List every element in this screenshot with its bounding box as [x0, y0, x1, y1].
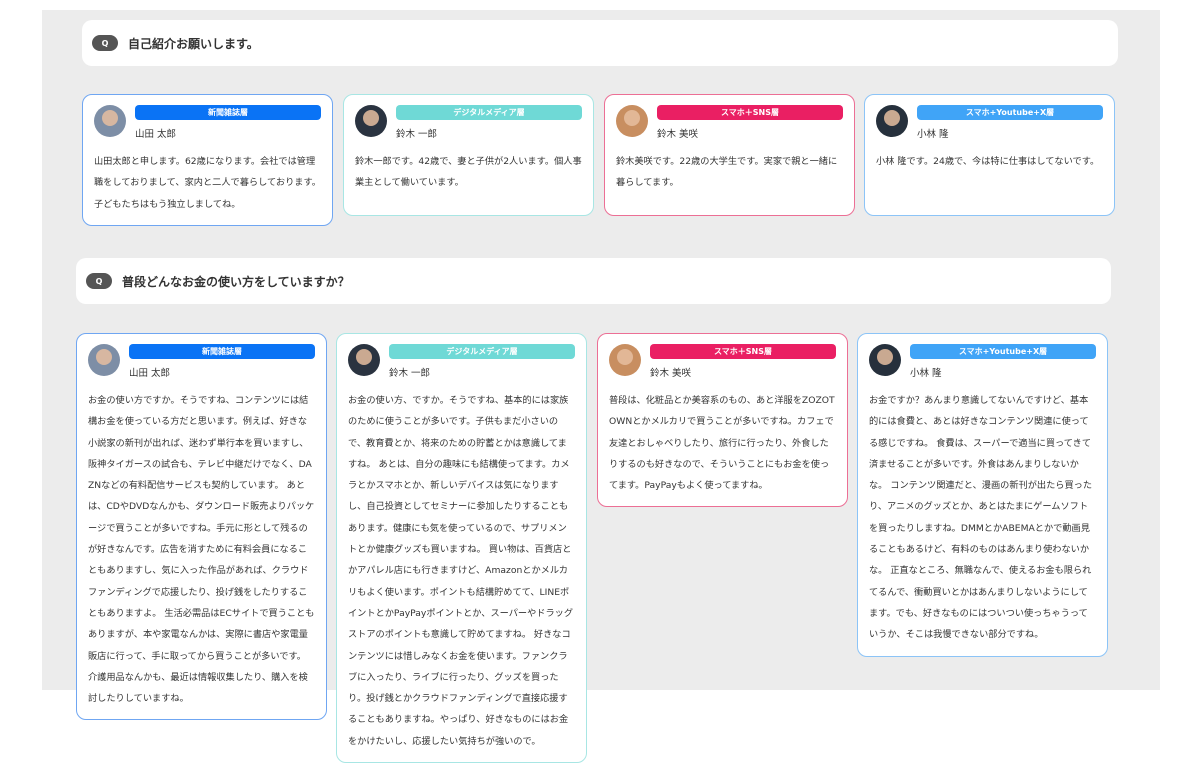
avatar [876, 105, 908, 137]
persona-card-smartphone-sns: スマホ＋SNS層 鈴木 美咲 普段は、化粧品とか美容系のもの、あと洋服をZOZO… [597, 333, 848, 508]
segment-badge: デジタルメディア層 [396, 105, 582, 120]
card-header: スマホ＋SNS層 鈴木 美咲 [616, 105, 843, 140]
segment-badge: スマホ＋SNS層 [657, 105, 843, 120]
question-bar: Q 普段どんなお金の使い方をしていますか？ [76, 258, 1111, 304]
answer-text: 鈴木美咲です。22歳の大学生です。実家で親と一緒に暮らしてます。 [616, 156, 838, 189]
persona-card-newspaper: 新聞雑誌層 山田 太郎 お金の使い方ですか。そうですね、コンテンツには結構お金を… [76, 333, 327, 721]
question-text: 普段どんなお金の使い方をしていますか？ [122, 274, 350, 289]
avatar [609, 344, 641, 376]
answer-text: 小林 隆です。24歳で、今は特に仕事はしてないです。 [876, 156, 1100, 167]
question-mark-icon: Q [92, 35, 118, 51]
avatar [88, 344, 120, 376]
persona-name: 山田 太郎 [129, 368, 171, 379]
answer-text: 鈴木一郎です。42歳で、妻と子供が2人います。個人事業主として働いています。 [355, 156, 582, 189]
segment-badge: 新聞雑誌層 [135, 105, 321, 120]
segment-badge: スマホ+Youtube+X層 [917, 105, 1103, 120]
card-header: 新聞雑誌層 山田 太郎 [88, 344, 315, 379]
avatar [355, 105, 387, 137]
card-header: スマホ＋SNS層 鈴木 美咲 [609, 344, 836, 379]
persona-name: 鈴木 美咲 [657, 129, 699, 140]
card-header: スマホ+Youtube+X層 小林 隆 [869, 344, 1096, 379]
segment-badge: スマホ＋SNS層 [650, 344, 836, 359]
answer-text: 山田太郎と申します。62歳になります。会社では管理職をしておりまして、家内と二人… [94, 156, 321, 210]
answer-text: お金の使い方、ですか。そうですね、基本的には家族のために使うことが多いです。子供… [348, 395, 574, 747]
persona-name: 鈴木 美咲 [650, 368, 692, 379]
question-text: 自己紹介お願いします。 [128, 36, 259, 51]
persona-name: 小林 隆 [917, 129, 949, 140]
question-bar: Q 自己紹介お願いします。 [82, 20, 1118, 66]
persona-name: 鈴木 一郎 [389, 368, 431, 379]
card-header: デジタルメディア層 鈴木 一郎 [355, 105, 582, 140]
persona-name: 山田 太郎 [135, 129, 177, 140]
card-header: 新聞雑誌層 山田 太郎 [94, 105, 321, 140]
segment-badge: 新聞雑誌層 [129, 344, 315, 359]
persona-card-digital-media: デジタルメディア層 鈴木 一郎 鈴木一郎です。42歳で、妻と子供が2人います。個… [343, 94, 594, 216]
answer-text: お金の使い方ですか。そうですね、コンテンツには結構お金を使っている方だと思います… [88, 395, 315, 705]
persona-name: 鈴木 一郎 [396, 129, 438, 140]
avatar [616, 105, 648, 137]
avatar [869, 344, 901, 376]
avatar [348, 344, 380, 376]
card-header: デジタルメディア層 鈴木 一郎 [348, 344, 575, 379]
persona-card-newspaper: 新聞雑誌層 山田 太郎 山田太郎と申します。62歳になります。会社では管理職をし… [82, 94, 333, 226]
persona-card-smartphone-sns: スマホ＋SNS層 鈴木 美咲 鈴木美咲です。22歳の大学生です。実家で親と一緒に… [604, 94, 855, 216]
persona-card-digital-media: デジタルメディア層 鈴木 一郎 お金の使い方、ですか。そうですね、基本的には家族… [336, 333, 587, 763]
persona-card-smartphone-youtube-x: スマホ+Youtube+X層 小林 隆 小林 隆です。24歳で、今は特に仕事はし… [864, 94, 1115, 216]
answer-text: 普段は、化粧品とか美容系のもの、あと洋服をZOZOTOWNとかメルカリで買うこと… [609, 395, 835, 492]
question-mark-icon: Q [86, 273, 112, 289]
avatar [94, 105, 126, 137]
persona-card-smartphone-youtube-x: スマホ+Youtube+X層 小林 隆 お金ですか？あんまり意識してないんですけ… [857, 333, 1108, 657]
persona-name: 小林 隆 [910, 368, 942, 379]
segment-badge: デジタルメディア層 [389, 344, 575, 359]
answer-text: お金ですか？あんまり意識してないんですけど、基本的には食費と、あとは好きなコンテ… [869, 395, 1093, 641]
segment-badge: スマホ+Youtube+X層 [910, 344, 1096, 359]
card-header: スマホ+Youtube+X層 小林 隆 [876, 105, 1103, 140]
